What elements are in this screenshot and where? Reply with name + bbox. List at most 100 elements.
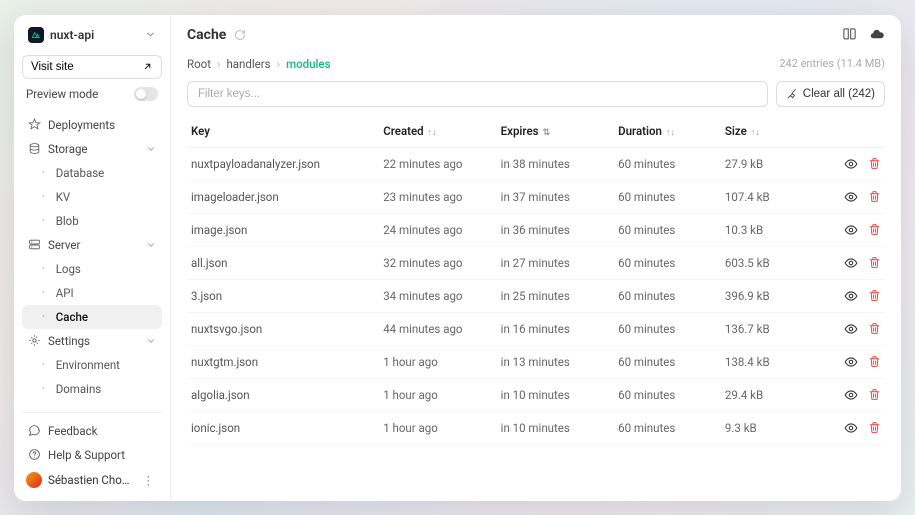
- cell-created: 34 minutes ago: [383, 289, 500, 303]
- cell-key: ionic.json: [191, 421, 383, 435]
- chevron-down-icon: [146, 144, 156, 154]
- sort-icon: ⇅: [543, 128, 551, 138]
- breadcrumb-row: Root›handlers›modules 242 entries (11.4 …: [187, 57, 885, 71]
- sidebar-footer: Feedback Help & Support Sébastien Cho… ⋮: [22, 412, 162, 493]
- sidebar-item-label: Logs: [56, 262, 81, 276]
- clear-all-button[interactable]: Clear all (242): [776, 81, 885, 107]
- trash-icon[interactable]: [868, 157, 881, 170]
- col-created[interactable]: Created↑↓: [383, 124, 500, 138]
- cell-size: 10.3 kB: [725, 223, 821, 237]
- cell-duration: 60 minutes: [618, 355, 725, 369]
- cell-key: algolia.json: [191, 388, 383, 402]
- sidebar-item-label: Database: [56, 166, 105, 180]
- cell-created: 1 hour ago: [383, 355, 500, 369]
- trash-icon[interactable]: [868, 223, 881, 236]
- view-icon[interactable]: [844, 289, 858, 303]
- project-logo: [28, 27, 44, 43]
- cell-duration: 60 minutes: [618, 157, 725, 171]
- cell-created: 32 minutes ago: [383, 256, 500, 270]
- sort-icon: ↑↓: [428, 128, 437, 138]
- col-duration[interactable]: Duration↑↓: [618, 124, 725, 138]
- sidebar-item-cache[interactable]: Cache: [22, 305, 162, 329]
- trash-icon[interactable]: [868, 355, 881, 368]
- col-size[interactable]: Size↑↓: [725, 124, 821, 138]
- feedback-link[interactable]: Feedback: [22, 419, 162, 443]
- view-icon[interactable]: [844, 322, 858, 336]
- breadcrumb-item[interactable]: handlers: [226, 57, 270, 71]
- trash-icon[interactable]: [868, 289, 881, 302]
- cell-created: 1 hour ago: [383, 421, 500, 435]
- filter-row: Clear all (242): [187, 81, 885, 107]
- row-actions: [821, 190, 881, 204]
- sidebar-item-domains[interactable]: Domains: [22, 377, 162, 401]
- breadcrumb-item[interactable]: Root: [187, 57, 211, 71]
- view-icon[interactable]: [844, 256, 858, 270]
- server-icon: [28, 238, 41, 251]
- preview-toggle[interactable]: [134, 87, 158, 101]
- sidebar-nav: Deployments Storage Database KV Blob Server Lo…: [22, 113, 162, 408]
- cell-expires: in 36 minutes: [501, 223, 618, 237]
- visit-site-button[interactable]: Visit site: [22, 55, 162, 79]
- trash-icon[interactable]: [868, 388, 881, 401]
- sidebar-item-label: Deployments: [48, 118, 115, 132]
- filter-input[interactable]: [187, 81, 768, 107]
- user-name: Sébastien Cho…: [48, 473, 133, 487]
- sidebar-item-general[interactable]: General: [22, 401, 162, 408]
- trash-icon[interactable]: [868, 421, 881, 434]
- top-icons: [842, 27, 885, 42]
- cloud-icon[interactable]: [869, 27, 885, 42]
- view-icon[interactable]: [844, 421, 858, 435]
- feedback-icon: [28, 424, 41, 437]
- table-row: imageloader.json23 minutes agoin 37 minu…: [187, 181, 885, 214]
- sidebar-item-label: Blob: [56, 214, 79, 228]
- sidebar-item-settings[interactable]: Settings: [22, 329, 162, 353]
- project-selector[interactable]: nuxt-api: [22, 23, 162, 47]
- view-icon[interactable]: [844, 223, 858, 237]
- cell-key: nuxtsvgo.json: [191, 322, 383, 336]
- row-actions: [821, 421, 881, 435]
- cell-expires: in 38 minutes: [501, 157, 618, 171]
- cell-duration: 60 minutes: [618, 256, 725, 270]
- sort-icon: ↑↓: [666, 128, 675, 138]
- cell-size: 9.3 kB: [725, 421, 821, 435]
- col-key[interactable]: Key: [191, 124, 383, 138]
- entries-count: 242 entries: [779, 57, 834, 70]
- sidebar-item-logs[interactable]: Logs: [22, 257, 162, 281]
- sidebar-item-database[interactable]: Database: [22, 161, 162, 185]
- breadcrumb-separator: ›: [277, 57, 280, 71]
- sidebar-item-server[interactable]: Server: [22, 233, 162, 257]
- col-expires[interactable]: Expires⇅: [501, 124, 618, 138]
- cell-duration: 60 minutes: [618, 322, 725, 336]
- sidebar-item-deployments[interactable]: Deployments: [22, 113, 162, 137]
- table-header: Key Created↑↓ Expires⇅ Duration↑↓ Size↑↓: [187, 115, 885, 148]
- row-actions: [821, 322, 881, 336]
- breadcrumb: Root›handlers›modules: [187, 57, 331, 71]
- cell-size: 27.9 kB: [725, 157, 821, 171]
- sidebar-item-environment[interactable]: Environment: [22, 353, 162, 377]
- sidebar-item-storage[interactable]: Storage: [22, 137, 162, 161]
- cell-key: nuxtgtm.json: [191, 355, 383, 369]
- trash-icon[interactable]: [868, 190, 881, 203]
- help-link[interactable]: Help & Support: [22, 443, 162, 467]
- more-icon[interactable]: ⋮: [139, 471, 159, 489]
- cell-created: 22 minutes ago: [383, 157, 500, 171]
- sidebar-item-kv[interactable]: KV: [22, 185, 162, 209]
- row-actions: [821, 289, 881, 303]
- trash-icon[interactable]: [868, 322, 881, 335]
- view-icon[interactable]: [844, 388, 858, 402]
- cell-size: 107.4 kB: [725, 190, 821, 204]
- view-icon[interactable]: [844, 157, 858, 171]
- view-icon[interactable]: [844, 355, 858, 369]
- external-link-icon: [142, 61, 153, 72]
- cell-created: 24 minutes ago: [383, 223, 500, 237]
- sidebar-item-blob[interactable]: Blob: [22, 209, 162, 233]
- user-row[interactable]: Sébastien Cho… ⋮: [22, 467, 162, 493]
- refresh-icon[interactable]: [234, 29, 246, 41]
- view-icon[interactable]: [844, 190, 858, 204]
- row-actions: [821, 355, 881, 369]
- sidebar-item-api[interactable]: API: [22, 281, 162, 305]
- trash-icon[interactable]: [868, 256, 881, 269]
- book-icon[interactable]: [842, 27, 857, 42]
- sidebar-item-label: KV: [56, 190, 71, 204]
- sort-icon: ↑↓: [751, 128, 760, 138]
